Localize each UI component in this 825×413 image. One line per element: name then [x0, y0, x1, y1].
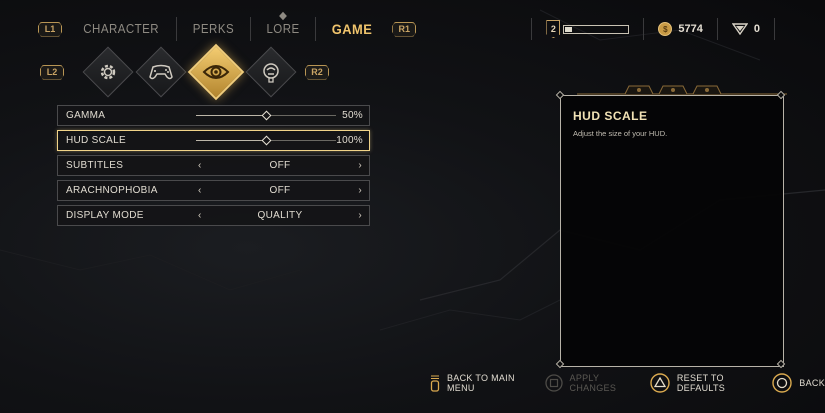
status-divider: [531, 18, 533, 40]
l2-label: L2: [46, 67, 58, 77]
setting-value: 50%: [342, 110, 363, 121]
panel-description: Adjust the size of your HUD.: [573, 129, 668, 138]
gamepad-icon: [149, 64, 173, 80]
category-controls[interactable]: [135, 46, 187, 98]
tab-divider: [176, 17, 178, 41]
setting-row-hud-scale[interactable]: HUD SCALE 100%: [57, 130, 370, 151]
panel-title: HUD SCALE: [573, 109, 648, 123]
triangle-token-icon: [731, 23, 748, 35]
tab-character[interactable]: CHARACTER: [70, 22, 171, 36]
chevron-left-icon[interactable]: ‹: [198, 160, 202, 171]
xp-bar-fill: [565, 26, 573, 32]
setting-label: GAMMA: [66, 110, 106, 121]
back-to-main-menu-prompt[interactable]: BACK TO MAIN MENU: [430, 373, 525, 393]
square-button-icon: [544, 374, 563, 392]
slider-fill: [196, 140, 266, 141]
eye-icon: [202, 65, 230, 79]
settings-categories: L2 R2: [40, 43, 329, 101]
prompt-label: RESET TO DEFAULTS: [676, 373, 726, 393]
tab-character-label: CHARACTER: [83, 22, 160, 36]
panel-ornament: [577, 85, 787, 95]
currency-value: 5774: [678, 23, 703, 35]
top-nav: L1 CHARACTER PERKS LORE GAME R1: [38, 11, 417, 45]
level-badge: 2: [546, 20, 561, 38]
gear-icon: [100, 64, 116, 80]
player-status: 2 $ 5774 0: [531, 18, 789, 40]
coin-icon: $: [658, 22, 673, 36]
l1-button[interactable]: L1: [38, 21, 62, 37]
triangle-button-icon: [650, 373, 670, 393]
prompt-label: BACK: [799, 378, 825, 388]
tab-game-label: GAME: [331, 21, 373, 37]
chevron-right-icon[interactable]: ›: [358, 185, 362, 196]
setting-label: HUD SCALE: [66, 135, 126, 146]
setting-value: 100%: [336, 135, 363, 146]
category-audio[interactable]: [245, 46, 297, 98]
chevron-right-icon[interactable]: ›: [358, 160, 362, 171]
audio-head-icon: [263, 63, 279, 83]
chevron-right-icon[interactable]: ›: [358, 210, 362, 221]
category-display[interactable]: [187, 43, 245, 101]
hud-scale-slider[interactable]: [196, 135, 336, 146]
r1-button[interactable]: R1: [392, 21, 417, 37]
setting-row-subtitles[interactable]: SUBTITLES ‹ OFF ›: [57, 155, 370, 176]
setting-value: QUALITY: [257, 210, 303, 221]
tab-perks[interactable]: PERKS: [180, 22, 247, 36]
back-prompt[interactable]: BACK: [772, 373, 825, 393]
setting-row-display-mode[interactable]: DISPLAY MODE ‹ QUALITY ›: [57, 205, 370, 226]
apply-changes-prompt[interactable]: APPLY CHANGES: [544, 373, 630, 393]
level-value: 2: [550, 24, 556, 34]
setting-row-arachnophobia[interactable]: ARACHNOPHOBIA ‹ OFF ›: [57, 180, 370, 201]
tab-perks-label: PERKS: [193, 22, 235, 36]
chevron-left-icon[interactable]: ‹: [198, 210, 202, 221]
notification-diamond-icon: [279, 11, 288, 21]
touchpad-icon: [430, 375, 440, 392]
tab-divider: [315, 17, 317, 41]
status-divider: [643, 18, 645, 40]
chevron-left-icon[interactable]: ‹: [198, 185, 202, 196]
r2-label: R2: [311, 67, 323, 77]
r2-button[interactable]: R2: [305, 64, 329, 80]
xp-bar: [563, 24, 630, 34]
setting-label: DISPLAY MODE: [66, 210, 144, 221]
tab-lore[interactable]: LORE: [254, 11, 313, 36]
l2-button[interactable]: L2: [40, 64, 64, 80]
tab-game[interactable]: GAME: [319, 21, 385, 37]
reset-to-defaults-prompt[interactable]: RESET TO DEFAULTS: [650, 373, 752, 393]
circle-button-icon: [772, 373, 792, 393]
prompt-label: BACK TO MAIN MENU: [447, 373, 515, 393]
settings-list: GAMMA 50% HUD SCALE 100% SUBTITLES ‹ OFF…: [57, 105, 370, 230]
l1-label: L1: [44, 24, 56, 34]
status-divider: [774, 18, 775, 40]
gamma-slider[interactable]: [196, 110, 336, 121]
tab-lore-label: LORE: [266, 22, 300, 36]
setting-label: SUBTITLES: [66, 160, 124, 171]
tab-divider: [250, 17, 252, 41]
slider-fill: [196, 115, 266, 116]
slider-handle[interactable]: [261, 110, 272, 121]
setting-value: OFF: [269, 185, 291, 196]
status-divider: [716, 18, 718, 40]
slider-handle[interactable]: [261, 135, 272, 146]
category-general[interactable]: [82, 46, 134, 98]
setting-row-gamma[interactable]: GAMMA 50%: [57, 105, 370, 126]
r1-label: R1: [398, 24, 410, 34]
setting-label: ARACHNOPHOBIA: [66, 185, 158, 196]
prompt-label: APPLY CHANGES: [569, 373, 617, 393]
button-prompts: BACK TO MAIN MENU APPLY CHANGES RESET TO…: [430, 373, 825, 393]
setting-value: OFF: [269, 160, 291, 171]
description-panel: HUD SCALE Adjust the size of your HUD.: [560, 95, 784, 367]
tokens-value: 0: [753, 23, 760, 35]
